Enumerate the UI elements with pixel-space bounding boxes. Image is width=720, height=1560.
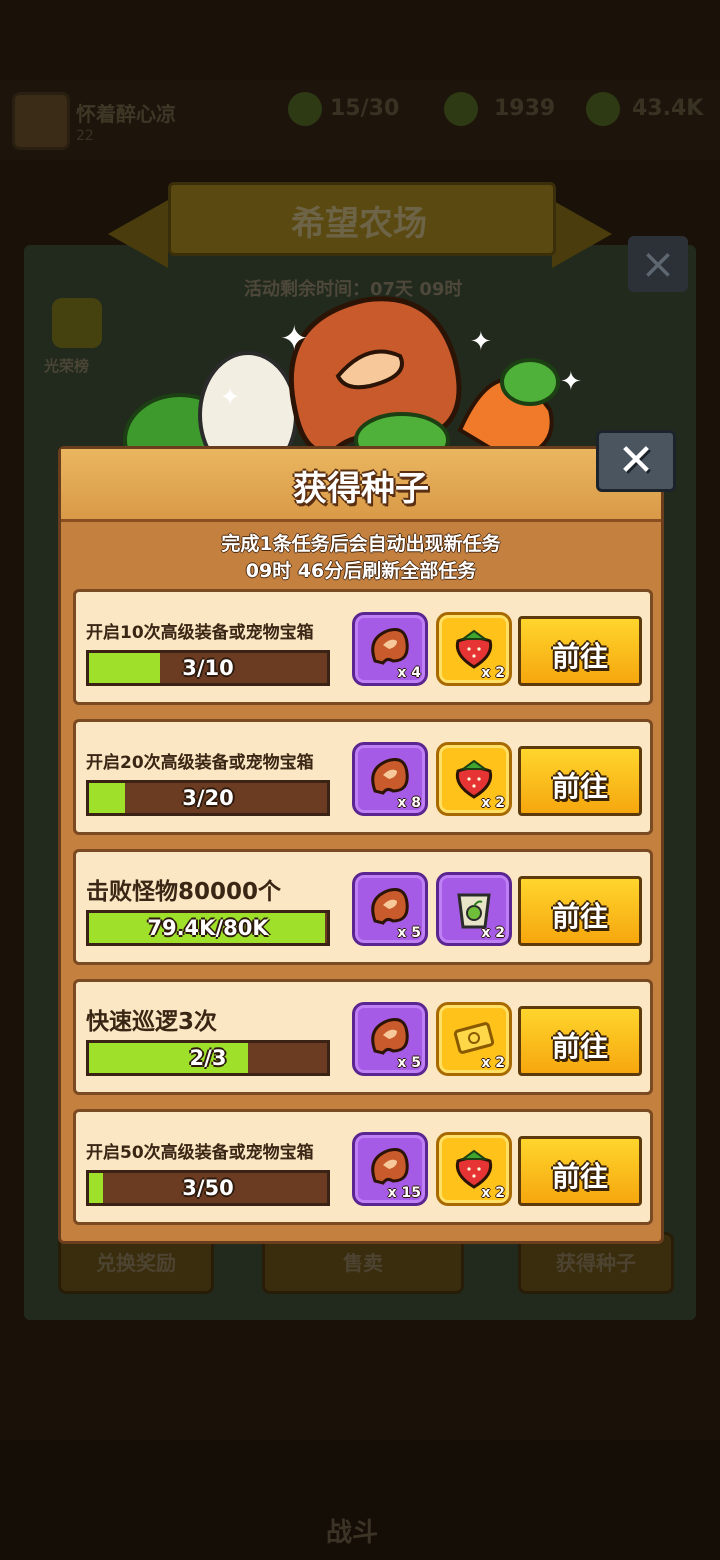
go-button[interactable]: 前往 bbox=[518, 746, 642, 816]
reward-qty: x 2 bbox=[481, 665, 505, 681]
reward-qty: x 5 bbox=[397, 1055, 421, 1071]
seeds-illustration: ✦ ✦ ✦ ✦ bbox=[123, 296, 582, 460]
task-title: 开启10次高级装备或宠物宝箱 bbox=[86, 623, 314, 643]
svg-text:✦: ✦ bbox=[470, 327, 492, 357]
go-button[interactable]: 前往 bbox=[518, 616, 642, 686]
close-icon: ✕ bbox=[617, 435, 655, 486]
player-level: 22 bbox=[76, 128, 94, 144]
go-button[interactable]: 前往 bbox=[518, 1136, 642, 1206]
reward-slot[interactable]: x 5 bbox=[352, 1002, 428, 1076]
reward-slot[interactable]: x 2 bbox=[436, 872, 512, 946]
resource-gems: 1939 bbox=[494, 96, 556, 121]
task-card: 开启20次高级装备或宠物宝箱 3/20 x 8 x 2 前往 bbox=[73, 719, 653, 835]
reward-qty: x 8 bbox=[397, 795, 421, 811]
reward-qty: x 2 bbox=[481, 795, 505, 811]
task-title: 开启50次高级装备或宠物宝箱 bbox=[86, 1143, 314, 1163]
resource-energy: 15/30 bbox=[330, 96, 400, 121]
svg-text:✦: ✦ bbox=[280, 319, 309, 359]
reward-qty: x 15 bbox=[387, 1185, 421, 1201]
svg-text:✦: ✦ bbox=[220, 383, 240, 411]
resource-coins: 43.4K bbox=[632, 96, 704, 121]
svg-text:✦: ✦ bbox=[560, 367, 582, 397]
reward-qty: x 4 bbox=[397, 665, 421, 681]
progress-bar: 79.4K/80K bbox=[86, 910, 330, 946]
progress-text: 3/10 bbox=[182, 656, 234, 680]
rank-label: 光荣榜 bbox=[44, 357, 90, 375]
go-button[interactable]: 前往 bbox=[518, 876, 642, 946]
reward-slot[interactable]: x 4 bbox=[352, 612, 428, 686]
go-button[interactable]: 前往 bbox=[518, 1006, 642, 1076]
progress-text: 3/20 bbox=[182, 786, 234, 810]
garlic-icon bbox=[198, 351, 298, 460]
progress-bar: 2/3 bbox=[86, 1040, 330, 1076]
rank-icon[interactable] bbox=[52, 298, 102, 348]
reward-qty: x 5 bbox=[397, 925, 421, 941]
progress-bar: 3/50 bbox=[86, 1170, 330, 1206]
gem-icon bbox=[444, 92, 478, 126]
go-button-label: 前往 bbox=[551, 1160, 608, 1193]
progress-text: 3/50 bbox=[182, 1176, 234, 1200]
reward-slot[interactable]: x 2 bbox=[436, 742, 512, 816]
avatar[interactable] bbox=[12, 92, 70, 150]
task-title: 开启20次高级装备或宠物宝箱 bbox=[86, 753, 314, 773]
get-seeds-dialog: 获得种子 完成1条任务后会自动出现新任务 09时 46分后刷新全部任务 开启10… bbox=[58, 446, 664, 1244]
task-card: 开启50次高级装备或宠物宝箱 3/50 x 15 x 2 前往 bbox=[73, 1109, 653, 1225]
reward-qty: x 2 bbox=[481, 1055, 505, 1071]
subtitle-line-1: 完成1条任务后会自动出现新任务 bbox=[221, 533, 501, 555]
reward-slot[interactable]: x 2 bbox=[436, 1132, 512, 1206]
progress-text: 79.4K/80K bbox=[147, 916, 269, 940]
task-card: 快速巡逻3次 2/3 x 5 x 2 前往 bbox=[73, 979, 653, 1095]
progress-bar: 3/20 bbox=[86, 780, 330, 816]
nav-battle[interactable]: 战斗 bbox=[326, 1512, 378, 1549]
dialog-header: 获得种子 bbox=[61, 449, 661, 522]
dialog-title: 获得种子 bbox=[293, 469, 429, 509]
left-arrow-icon bbox=[108, 200, 168, 268]
subtitle-line-2: 09时 46分后刷新全部任务 bbox=[245, 560, 477, 582]
task-title: 击败怪物80000个 bbox=[86, 879, 282, 905]
go-button-label: 前往 bbox=[551, 640, 608, 673]
reward-slot[interactable]: x 8 bbox=[352, 742, 428, 816]
task-card: 开启10次高级装备或宠物宝箱 3/10 x 4 x 2 前往 bbox=[73, 589, 653, 705]
progress-bar: 3/10 bbox=[86, 650, 330, 686]
player-name: 怀着醉心凉 bbox=[76, 102, 176, 126]
reward-slot[interactable]: x 2 bbox=[436, 1002, 512, 1076]
task-card: 击败怪物80000个 79.4K/80K x 5 x 2 前往 bbox=[73, 849, 653, 965]
farm-title: 希望农场 bbox=[291, 204, 427, 244]
close-button[interactable]: ✕ bbox=[596, 430, 676, 492]
energy-icon bbox=[288, 92, 322, 126]
farm-close-button[interactable]: × bbox=[628, 236, 688, 292]
reward-slot[interactable]: x 15 bbox=[352, 1132, 428, 1206]
reward-qty: x 2 bbox=[481, 1185, 505, 1201]
go-button-label: 前往 bbox=[551, 1030, 608, 1063]
reward-slot[interactable]: x 5 bbox=[352, 872, 428, 946]
right-arrow-icon bbox=[552, 200, 612, 268]
reward-qty: x 2 bbox=[481, 925, 505, 941]
go-button-label: 前往 bbox=[551, 900, 608, 933]
progress-text: 2/3 bbox=[189, 1046, 227, 1070]
task-title: 快速巡逻3次 bbox=[86, 1009, 218, 1035]
go-button-label: 前往 bbox=[551, 770, 608, 803]
reward-slot[interactable]: x 2 bbox=[436, 612, 512, 686]
coin-icon bbox=[586, 92, 620, 126]
